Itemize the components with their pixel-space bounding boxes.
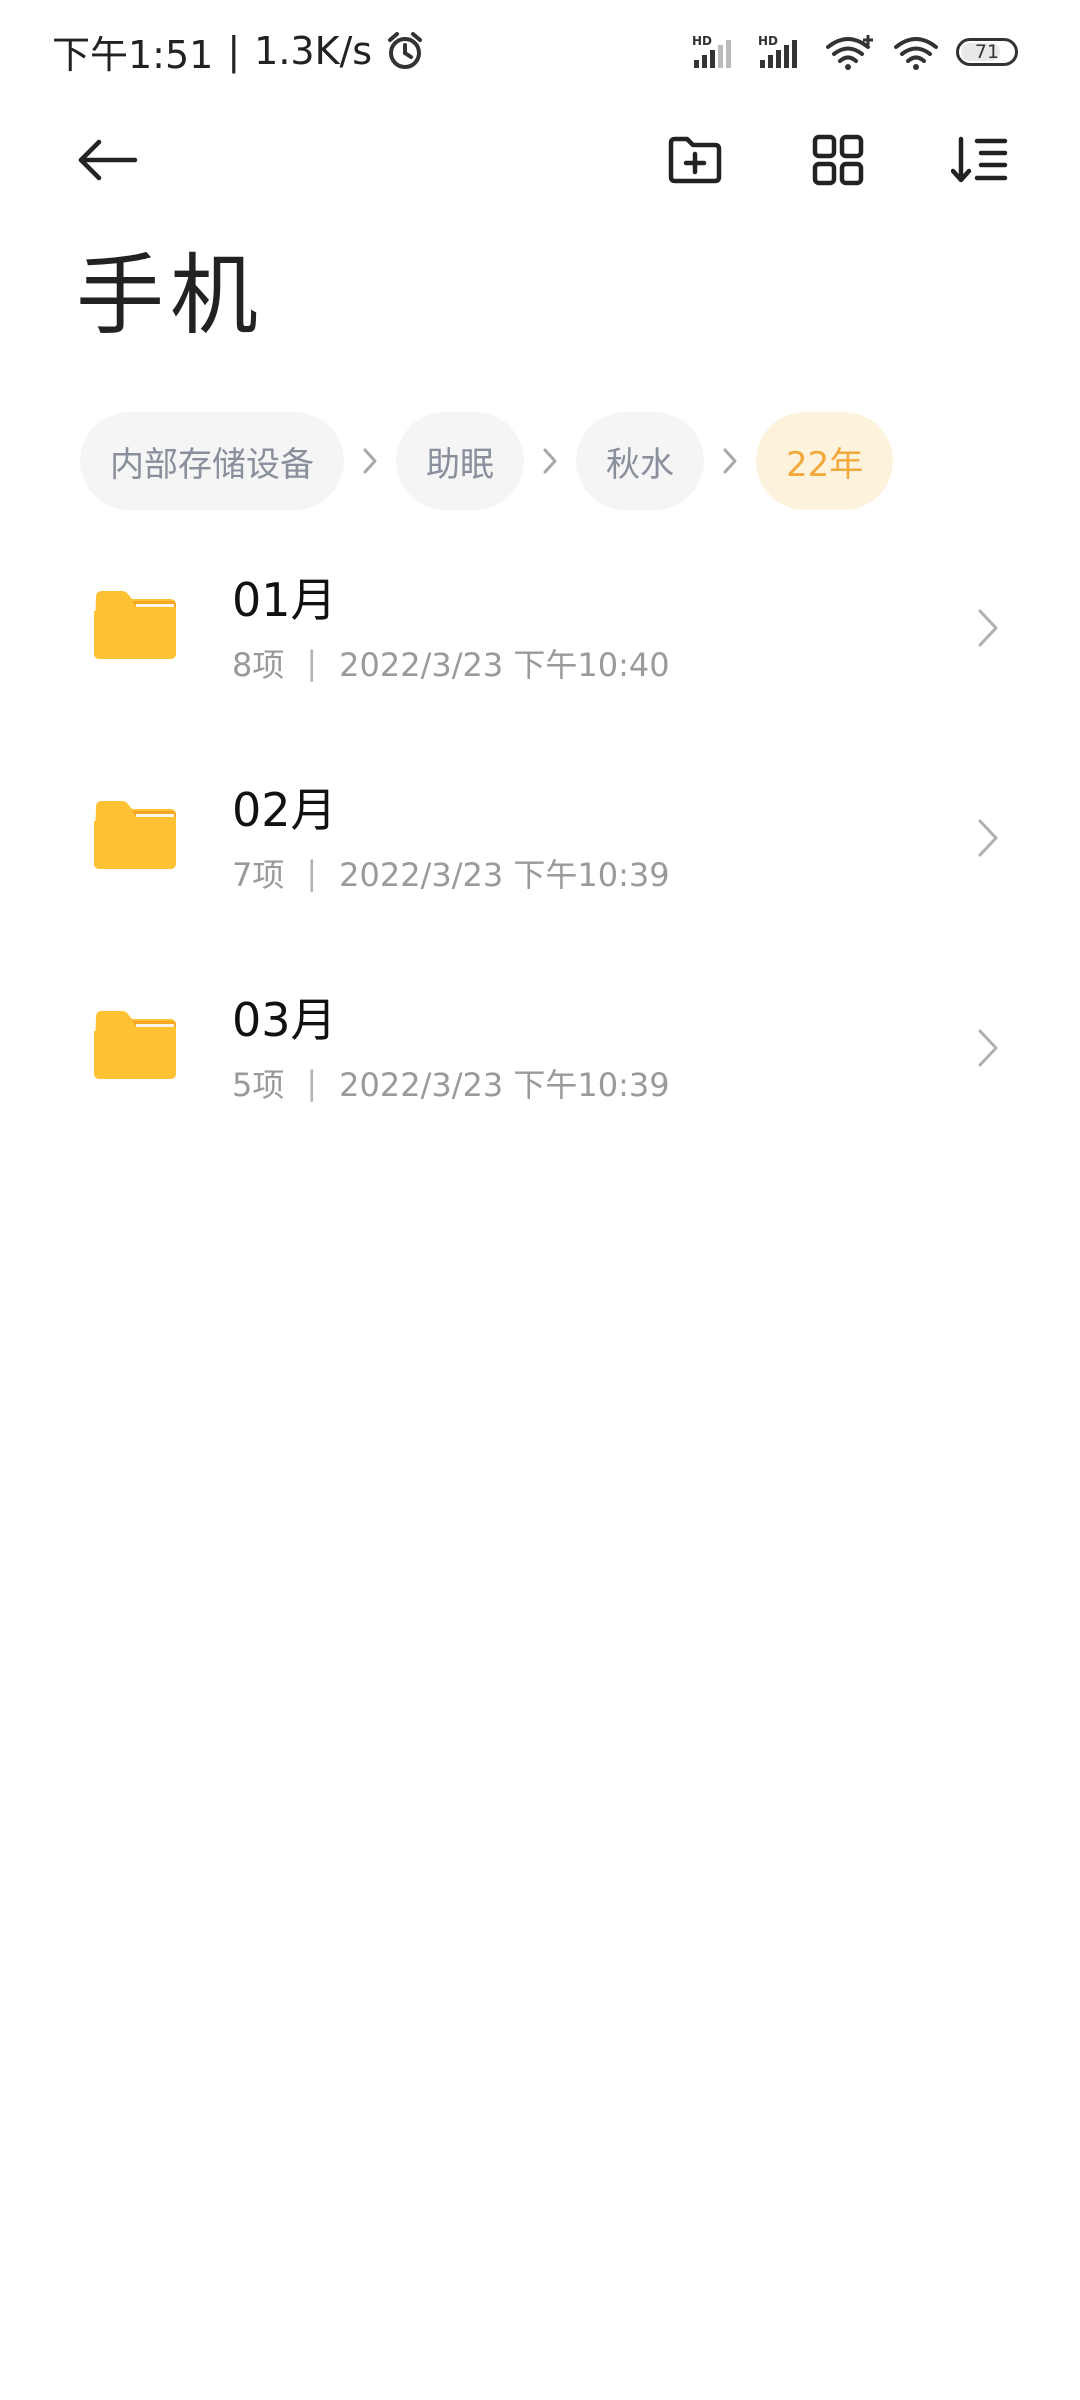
file-modified-time: 2022/3/23 下午10:39 [339,1066,670,1104]
page-title: 手机 [76,244,265,347]
list-item[interactable]: 02月 7项 | 2022/3/23 下午10:39 [0,755,1080,965]
toolbar [0,115,1080,205]
status-separator: | [227,29,241,73]
breadcrumb-item-qiushui[interactable]: 秋水 [576,412,704,510]
file-item-count: 7项 [232,856,285,894]
chevron-right-icon [704,412,756,510]
breadcrumb-item-internal-storage[interactable]: 内部存储设备 [80,412,344,510]
meta-divider: | [306,854,318,892]
back-button[interactable] [62,115,152,205]
list-item[interactable]: 01月 8项 | 2022/3/23 下午10:40 [0,545,1080,755]
chevron-right-icon [344,412,396,510]
folder-icon [92,589,178,661]
status-right: HD HD 71 [692,30,1018,74]
file-item-count: 5项 [232,1066,285,1104]
wifi-plus-icon [824,33,876,71]
file-manager-screen: 下午1:51 | 1.3K/s HD HD 71 手机 内部存储设备 助眠 秋水… [0,0,1080,2400]
breadcrumb-item-sleep-aid[interactable]: 助眠 [396,412,524,510]
sort-button[interactable] [935,115,1025,205]
svg-text:HD: HD [692,34,712,48]
list-item[interactable]: 03月 5项 | 2022/3/23 下午10:39 [0,965,1080,1175]
chevron-right-icon [968,1023,1008,1073]
chevron-right-icon [524,412,576,510]
chevron-right-icon [968,813,1008,863]
file-list: 01月 8项 | 2022/3/23 下午10:40 02月 7项 | 2022… [0,545,1080,1175]
new-folder-button[interactable] [650,115,740,205]
breadcrumb-item-current[interactable]: 22年 [756,412,894,510]
chevron-right-icon [968,603,1008,653]
view-toggle-button[interactable] [793,115,883,205]
wifi-icon [892,33,940,71]
hd-signal-icon: HD [758,34,808,70]
battery-level: 71 [974,40,1000,63]
network-speed: 1.3K/s [254,29,373,73]
back-arrow-icon [75,138,139,182]
folder-icon [92,799,178,871]
alarm-icon [386,31,424,71]
status-left: 下午1:51 | 1.3K/s [52,26,424,77]
breadcrumb: 内部存储设备 助眠 秋水 22年 [80,412,894,510]
battery-icon: 71 [956,38,1018,66]
file-name: 02月 [232,783,337,837]
file-meta: 8项 | 2022/3/23 下午10:40 [232,640,670,686]
svg-text:HD: HD [758,34,778,48]
grid-view-icon [812,134,864,186]
file-meta: 5项 | 2022/3/23 下午10:39 [232,1060,670,1106]
folder-icon [92,1009,178,1081]
file-item-count: 8项 [232,646,285,684]
meta-divider: | [306,1064,318,1102]
file-modified-time: 2022/3/23 下午10:40 [339,646,670,684]
hd-signal-icon: HD [692,34,742,70]
file-name: 03月 [232,993,337,1047]
sort-icon [951,135,1009,185]
meta-divider: | [306,644,318,682]
file-modified-time: 2022/3/23 下午10:39 [339,856,670,894]
new-folder-icon [667,135,723,185]
status-bar: 下午1:51 | 1.3K/s HD HD 71 [0,0,1080,105]
file-meta: 7项 | 2022/3/23 下午10:39 [232,850,670,896]
status-time: 下午1:51 [52,32,214,77]
file-name: 01月 [232,573,337,627]
